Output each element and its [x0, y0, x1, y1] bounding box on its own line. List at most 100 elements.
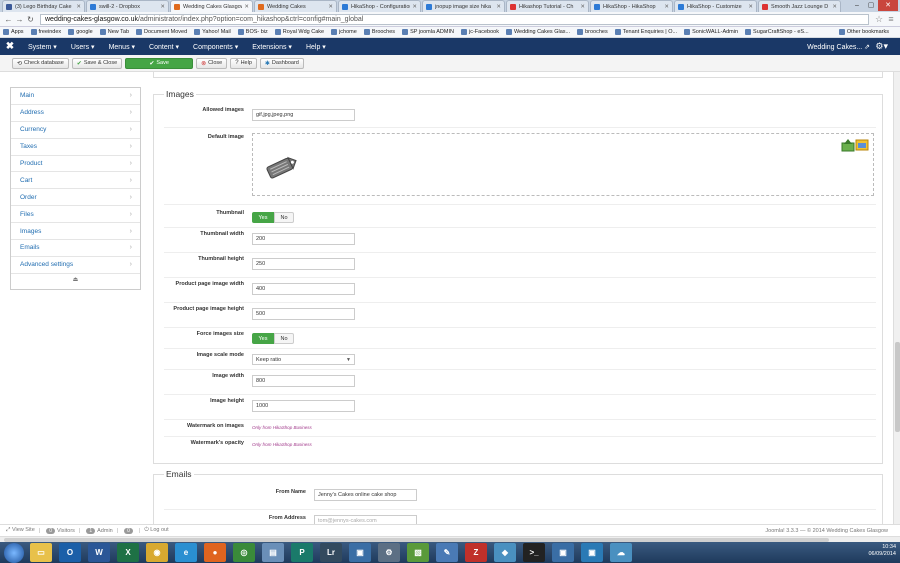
taskbar-app-icon[interactable]: >_ — [523, 543, 545, 562]
maximize-icon[interactable]: ▢ — [864, 0, 878, 11]
bookmark-item[interactable]: freeindex — [30, 29, 61, 35]
sidebar-item[interactable]: Taxes › — [11, 139, 140, 156]
admin-menu-item[interactable]: Help ▾ — [306, 43, 326, 51]
taskbar-app-icon[interactable]: ⚙ — [378, 543, 400, 562]
bookmark-item[interactable]: SugarCraftShop - eS... — [745, 29, 809, 35]
close-tab-icon[interactable]: ✕ — [664, 4, 669, 10]
dashboard-button[interactable]: ✱ Dashboard — [259, 57, 304, 69]
sidebar-item[interactable]: Files › — [11, 206, 140, 224]
check-database-button[interactable]: ⟲ Check database — [12, 57, 69, 69]
bookmark-item[interactable]: SonicWALL-Admin — [684, 29, 738, 35]
scrollbar-thumb[interactable] — [895, 342, 900, 432]
sidebar-item[interactable]: Advanced settings › — [11, 257, 140, 274]
browser-tab[interactable]: jnopup image size hika ✕ — [422, 0, 505, 12]
reload-icon[interactable]: ↻ — [25, 15, 36, 24]
taskbar-app-icon[interactable]: ▭ — [30, 543, 52, 562]
bookmark-item[interactable]: Wedding Cakes Glas... — [505, 29, 570, 35]
collapse-sidebar-icon[interactable]: ⏏ — [11, 274, 140, 286]
taskbar-app-icon[interactable]: ▣ — [581, 543, 603, 562]
admin-menu-item[interactable]: Extensions ▾ — [252, 43, 292, 51]
other-bookmarks[interactable]: Other bookmarks — [838, 29, 889, 35]
close-tab-icon[interactable]: ✕ — [748, 4, 753, 10]
back-arrow-icon[interactable]: ← — [3, 15, 14, 24]
bookmark-item[interactable]: Document Moved — [136, 29, 187, 35]
help-button[interactable]: ? Help — [230, 57, 257, 69]
taskbar-app-icon[interactable]: ◆ — [494, 543, 516, 562]
sidebar-item[interactable]: Main › — [11, 88, 140, 105]
taskbar-app-icon[interactable]: X — [117, 543, 139, 562]
thumbnail-yes[interactable]: Yes — [252, 212, 274, 223]
browser-tab[interactable]: Hikashop Tutorial - Ch ✕ — [506, 0, 589, 12]
from-address-input[interactable]: tom@jennys-cakes.com — [314, 515, 417, 524]
bookmark-item[interactable]: Brooches — [363, 29, 395, 35]
from-name-input[interactable]: Jenny's Cakes online cake shop — [314, 489, 417, 501]
close-tab-icon[interactable]: ✕ — [412, 4, 417, 10]
minimize-icon[interactable]: – — [850, 0, 864, 11]
thumbnail-toggle[interactable]: Yes No — [252, 212, 294, 223]
taskbar-app-icon[interactable]: ◉ — [146, 543, 168, 562]
force-size-no[interactable]: No — [274, 333, 294, 344]
bookmark-item[interactable]: jchome — [331, 29, 357, 35]
sidebar-item[interactable]: Product › — [11, 156, 140, 173]
bookmark-item[interactable]: SP joomla ADMIN — [402, 29, 454, 35]
allowed-images-input[interactable]: gif,jpg,jpeg,png — [252, 109, 355, 121]
joomla-logo-icon[interactable]: ✖ — [0, 41, 20, 52]
bookmark-item[interactable]: jc-Facebook — [460, 29, 499, 35]
close-tab-icon[interactable]: ✕ — [832, 4, 837, 10]
logout-link[interactable]: ⏻ Log out — [144, 527, 168, 534]
messages-count-badge[interactable]: 0 — [124, 527, 133, 534]
taskbar-app-icon[interactable]: ▧ — [407, 543, 429, 562]
browser-tab[interactable]: Smooth Jazz Lounge D ✕ — [758, 0, 841, 12]
taskbar-app-icon[interactable]: Z — [465, 543, 487, 562]
taskbar-app-icon[interactable]: Lr — [320, 543, 342, 562]
page-scrollbar[interactable] — [893, 72, 900, 524]
taskbar-app-icon[interactable]: O — [59, 543, 81, 562]
save-button[interactable]: ✔ Save — [125, 57, 194, 69]
menu-icon[interactable]: ≡ — [885, 14, 897, 24]
close-button[interactable]: ⊗ Close — [196, 57, 228, 69]
taskbar-app-icon[interactable]: ◎ — [233, 543, 255, 562]
browser-tab[interactable]: HikaShop - HikaShop ✕ — [590, 0, 673, 12]
close-tab-icon[interactable]: ✕ — [76, 4, 81, 10]
close-tab-icon[interactable]: ✕ — [580, 4, 585, 10]
admin-menu-item[interactable]: System ▾ — [28, 43, 57, 51]
product-page-width-input[interactable]: 400 — [252, 283, 355, 295]
forward-arrow-icon[interactable]: → — [14, 15, 25, 24]
sidebar-item[interactable]: Order › — [11, 189, 140, 207]
close-tab-icon[interactable]: ✕ — [328, 4, 333, 10]
url-input[interactable]: wedding-cakes-glasgow.co.uk/administrato… — [40, 13, 869, 25]
admin-menu-item[interactable]: Content ▾ — [149, 43, 179, 51]
thumbnail-height-input[interactable]: 250 — [252, 258, 355, 270]
sidebar-item[interactable]: Images › — [11, 223, 140, 241]
image-height-input[interactable]: 1000 — [252, 400, 355, 412]
browser-tab[interactable]: Wedding Cakes Glasgow ✕ — [170, 0, 253, 12]
bookmark-item[interactable]: Tenant Enquiries | O... — [614, 29, 677, 35]
sidebar-item[interactable]: Currency › — [11, 122, 140, 139]
admin-menu-item[interactable]: Users ▾ — [71, 43, 95, 51]
image-width-input[interactable]: 800 — [252, 375, 355, 387]
taskbar-app-icon[interactable]: ● — [204, 543, 226, 562]
taskbar-app-icon[interactable]: e — [175, 543, 197, 562]
close-tab-icon[interactable]: ✕ — [160, 4, 165, 10]
sidebar-item[interactable]: Address › — [11, 105, 140, 122]
taskbar-app-icon[interactable]: ▤ — [262, 543, 284, 562]
scale-mode-select[interactable]: Keep ratio ▼ — [252, 354, 355, 365]
start-button[interactable] — [4, 542, 24, 563]
system-clock[interactable]: 10:34 06/09/2014 — [868, 544, 896, 558]
taskbar-app-icon[interactable]: ▣ — [552, 543, 574, 562]
force-size-yes[interactable]: Yes — [252, 333, 274, 344]
taskbar-app-icon[interactable]: P — [291, 543, 313, 562]
upload-image-icon[interactable] — [840, 138, 870, 152]
close-window-icon[interactable]: ✕ — [878, 0, 898, 11]
bookmark-item[interactable]: brooches — [577, 29, 608, 35]
taskbar-app-icon[interactable]: W — [88, 543, 110, 562]
default-image-dropzone[interactable] — [252, 133, 874, 196]
product-page-height-input[interactable]: 500 — [252, 308, 355, 320]
bookmark-item[interactable]: New Tab — [99, 29, 129, 35]
force-size-toggle[interactable]: Yes No — [252, 333, 294, 344]
admin-menu-item[interactable]: Menus ▾ — [109, 43, 135, 51]
thumbnail-width-input[interactable]: 200 — [252, 233, 355, 245]
view-site-link[interactable]: ⤢ View Site — [6, 527, 35, 534]
bookmark-item[interactable]: Apps — [3, 29, 24, 35]
browser-tab[interactable]: swill-2 - Dropbox ✕ — [86, 0, 169, 12]
